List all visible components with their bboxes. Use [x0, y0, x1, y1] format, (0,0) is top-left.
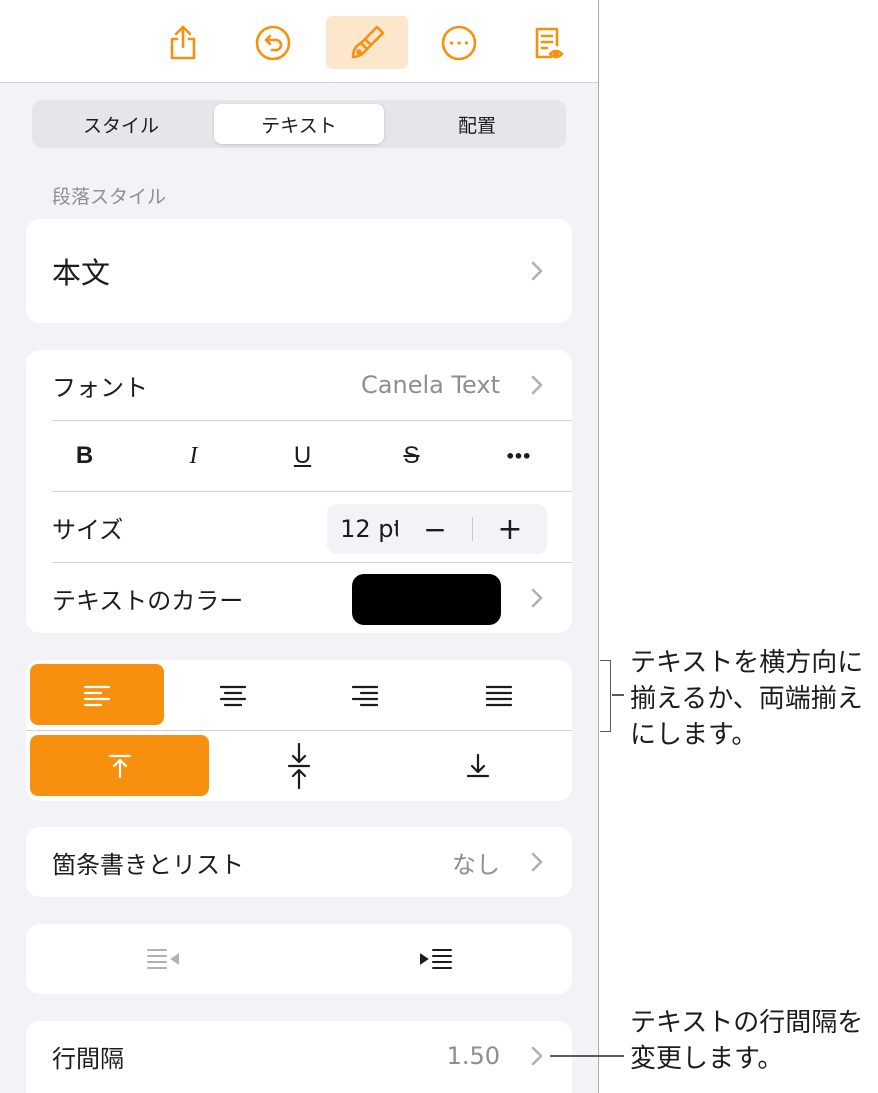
callout-bracket: [600, 660, 611, 732]
text-color-swatch[interactable]: [352, 574, 501, 625]
line-spacing-card[interactable]: 行間隔 1.50: [26, 1021, 572, 1093]
font-size-stepper: − +: [398, 504, 547, 554]
chevron-right-icon: [531, 852, 543, 872]
tab-text[interactable]: テキスト: [214, 104, 384, 144]
strikethrough-button[interactable]: S: [357, 421, 466, 491]
align-left-icon: [83, 685, 111, 706]
chevron-right-icon: [531, 1046, 543, 1066]
chevron-right-icon: [531, 588, 543, 608]
decrease-size-button[interactable]: −: [398, 504, 472, 554]
decrease-indent-button[interactable]: [26, 924, 299, 994]
justify-button[interactable]: [432, 664, 566, 725]
decrease-indent-icon: [146, 949, 179, 969]
align-right-icon: [351, 685, 379, 706]
format-button[interactable]: [326, 16, 408, 69]
increase-size-button[interactable]: +: [473, 504, 547, 554]
size-label: サイズ: [52, 515, 124, 544]
size-row: サイズ 12 pt − +: [26, 492, 572, 562]
more-text-options-button[interactable]: •••: [463, 421, 572, 491]
tab-style[interactable]: スタイル: [36, 104, 206, 144]
line-spacing-label: 行間隔: [52, 1044, 124, 1073]
font-value: Canela Text: [361, 371, 500, 399]
align-middle-icon: [287, 742, 310, 789]
callout-line-spacing: テキストの行間隔を 変更します。: [630, 1007, 864, 1073]
align-bottom-button[interactable]: [388, 735, 567, 796]
align-top-icon: [108, 754, 131, 778]
callout-bracket-tick: [612, 694, 624, 696]
bullets-value: なし: [452, 850, 500, 879]
line-spacing-value: 1.50: [446, 1042, 500, 1070]
paragraph-style-row[interactable]: 本文: [26, 219, 572, 323]
bold-button[interactable]: B: [30, 421, 139, 491]
increase-indent-button[interactable]: [299, 924, 572, 994]
text-color-row[interactable]: テキストのカラー: [26, 563, 572, 633]
italic-button[interactable]: I: [139, 421, 248, 491]
callout-alignment: テキストを横方向に 揃えるか、両端揃え にします。: [630, 647, 864, 749]
justify-icon: [485, 685, 513, 706]
chevron-right-icon: [531, 375, 543, 395]
align-center-icon: [219, 685, 247, 706]
underline-button[interactable]: U: [248, 421, 357, 491]
align-top-button[interactable]: [30, 735, 209, 796]
bullets-card[interactable]: 箇条書きとリスト なし: [26, 827, 572, 897]
toolbar: [0, 0, 598, 83]
callout-leader-line: [550, 1055, 624, 1057]
document-view-icon: [535, 27, 564, 58]
paragraph-style-card[interactable]: 本文: [26, 219, 572, 323]
align-middle-button[interactable]: [209, 735, 388, 796]
increase-indent-icon: [419, 949, 452, 969]
line-spacing-row[interactable]: 行間隔 1.50: [26, 1021, 572, 1091]
bullets-row[interactable]: 箇条書きとリスト なし: [26, 827, 572, 897]
format-segmented-control: スタイル テキスト 配置: [32, 100, 566, 148]
paragraph-style-value: 本文: [52, 256, 111, 290]
text-style-row: B I U S •••: [26, 421, 572, 491]
undo-icon: [255, 25, 291, 60]
align-bottom-icon: [466, 753, 489, 777]
share-icon: [170, 25, 196, 59]
document-view-button[interactable]: [506, 16, 588, 69]
text-color-label: テキストのカラー: [52, 586, 244, 615]
align-left-button[interactable]: [30, 664, 164, 725]
font-row[interactable]: フォント Canela Text: [26, 350, 572, 420]
more-icon: [441, 25, 477, 60]
alignment-card: [26, 660, 572, 801]
bullets-label: 箇条書きとリスト: [52, 850, 244, 879]
format-brush-icon: [351, 25, 385, 58]
share-button[interactable]: [142, 16, 224, 69]
align-right-button[interactable]: [298, 664, 432, 725]
section-label-paragraph-style: 段落スタイル: [52, 186, 167, 208]
undo-button[interactable]: [232, 16, 314, 69]
font-card: フォント Canela Text B I U S ••• サイズ 12 pt −…: [26, 350, 572, 633]
align-center-button[interactable]: [166, 664, 300, 725]
font-label: フォント: [52, 373, 148, 402]
more-button[interactable]: [418, 16, 500, 69]
format-panel: スタイル テキスト 配置 段落スタイル 本文 フォント Canela Text …: [0, 0, 599, 1093]
tab-arrange[interactable]: 配置: [392, 104, 562, 144]
indent-card: [26, 924, 572, 994]
divider: [26, 730, 572, 731]
chevron-right-icon: [531, 261, 543, 281]
